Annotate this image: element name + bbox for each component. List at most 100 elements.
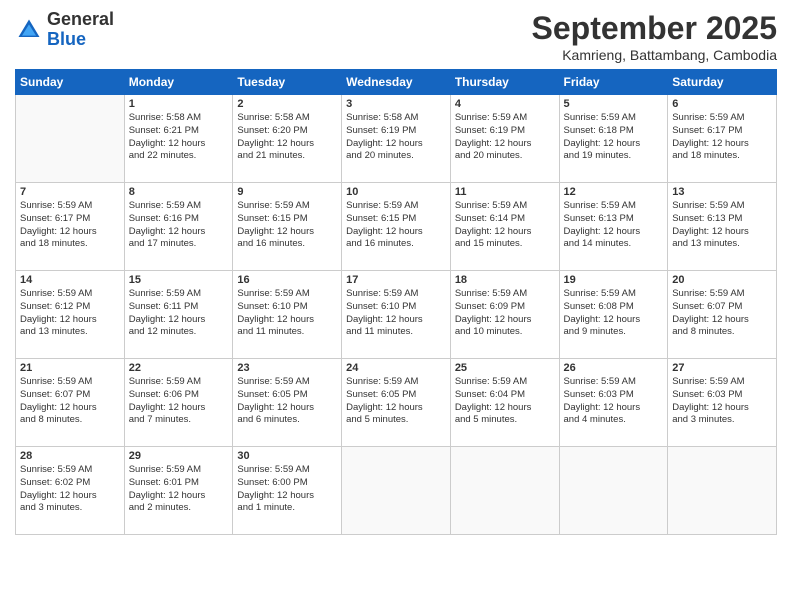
day-detail: Sunrise: 5:59 AM Sunset: 6:12 PM Dayligh… [20,288,120,339]
day-detail: Sunrise: 5:58 AM Sunset: 6:19 PM Dayligh… [346,112,446,163]
day-number: 15 [129,274,229,286]
day-detail: Sunrise: 5:59 AM Sunset: 6:07 PM Dayligh… [672,288,772,339]
day-cell: 6Sunrise: 5:59 AM Sunset: 6:17 PM Daylig… [668,95,777,183]
day-cell: 2 Sunrise: 5:58 AM Sunset: 6:20 PM Daylig… [233,95,342,183]
day-cell [668,447,777,535]
day-detail: Sunrise: 5:59 AM Sunset: 6:06 PM Dayligh… [129,376,229,427]
day-cell: 19 Sunrise: 5:59 AM Sunset: 6:08 PM Dayli… [559,271,668,359]
weekday-monday: Monday [124,70,233,95]
day-number: 7 [20,186,120,198]
day-detail: Sunrise: 5:59 AM Sunset: 6:01 PM Dayligh… [129,464,229,515]
day-detail: Sunrise: 5:59 AM Sunset: 6:10 PM Dayligh… [346,288,446,339]
day-number: 23 [237,362,337,374]
day-detail: Sunrise: 5:59 AM Sunset: 6:15 PM Dayligh… [237,200,337,251]
day-cell: 23 Sunrise: 5:59 AM Sunset: 6:05 PM Dayli… [233,359,342,447]
day-number: 29 [129,450,229,462]
day-detail: Sunrise: 5:59 AM Sunset: 6:02 PM Dayligh… [20,464,120,515]
logo-icon [15,16,43,44]
day-cell: 20 Sunrise: 5:59 AM Sunset: 6:07 PM Dayli… [668,271,777,359]
day-cell: 26Sunrise: 5:59 AM Sunset: 6:03 PM Dayli… [559,359,668,447]
day-number: 27 [672,362,772,374]
day-cell: 11Sunrise: 5:59 AM Sunset: 6:14 PM Dayli… [450,183,559,271]
day-number: 14 [20,274,120,286]
day-number: 25 [455,362,555,374]
day-detail: Sunrise: 5:59 AM Sunset: 6:07 PM Dayligh… [20,376,120,427]
day-number: 21 [20,362,120,374]
day-detail: Sunrise: 5:59 AM Sunset: 6:09 PM Dayligh… [455,288,555,339]
day-number: 13 [672,186,772,198]
day-cell [450,447,559,535]
day-number: 19 [564,274,664,286]
day-detail: Sunrise: 5:59 AM Sunset: 6:00 PM Dayligh… [237,464,337,515]
day-cell [16,95,125,183]
day-detail: Sunrise: 5:59 AM Sunset: 6:14 PM Dayligh… [455,200,555,251]
day-number: 22 [129,362,229,374]
day-detail: Sunrise: 5:59 AM Sunset: 6:11 PM Dayligh… [129,288,229,339]
day-cell: 14 Sunrise: 5:59 AM Sunset: 6:12 PM Dayli… [16,271,125,359]
day-cell: 5Sunrise: 5:59 AM Sunset: 6:18 PM Daylig… [559,95,668,183]
day-cell: 8Sunrise: 5:59 AM Sunset: 6:16 PM Daylig… [124,183,233,271]
day-detail: Sunrise: 5:58 AM Sunset: 6:21 PM Dayligh… [129,112,229,163]
day-detail: Sunrise: 5:59 AM Sunset: 6:05 PM Dayligh… [237,376,337,427]
logo: General Blue [15,10,114,50]
header: General Blue September 2025 Kamrieng, Ba… [15,10,777,63]
day-cell [559,447,668,535]
day-cell: 7Sunrise: 5:59 AM Sunset: 6:17 PM Daylig… [16,183,125,271]
day-detail: Sunrise: 5:59 AM Sunset: 6:04 PM Dayligh… [455,376,555,427]
day-cell: 9 Sunrise: 5:59 AM Sunset: 6:15 PM Daylig… [233,183,342,271]
week-row-3: 14 Sunrise: 5:59 AM Sunset: 6:12 PM Dayli… [16,271,777,359]
weekday-wednesday: Wednesday [342,70,451,95]
day-number: 26 [564,362,664,374]
week-row-4: 21 Sunrise: 5:59 AM Sunset: 6:07 PM Dayli… [16,359,777,447]
title-block: September 2025 Kamrieng, Battambang, Cam… [532,10,777,63]
calendar-table: SundayMondayTuesdayWednesdayThursdayFrid… [15,69,777,535]
weekday-thursday: Thursday [450,70,559,95]
day-cell [342,447,451,535]
day-cell: 12 Sunrise: 5:59 AM Sunset: 6:13 PM Dayli… [559,183,668,271]
day-detail: Sunrise: 5:59 AM Sunset: 6:05 PM Dayligh… [346,376,446,427]
day-number: 24 [346,362,446,374]
day-cell: 27 Sunrise: 5:59 AM Sunset: 6:03 PM Dayli… [668,359,777,447]
day-number: 17 [346,274,446,286]
day-cell: 3 Sunrise: 5:58 AM Sunset: 6:19 PM Daylig… [342,95,451,183]
day-detail: Sunrise: 5:59 AM Sunset: 6:10 PM Dayligh… [237,288,337,339]
day-cell: 22 Sunrise: 5:59 AM Sunset: 6:06 PM Dayli… [124,359,233,447]
day-number: 16 [237,274,337,286]
day-detail: Sunrise: 5:59 AM Sunset: 6:08 PM Dayligh… [564,288,664,339]
weekday-saturday: Saturday [668,70,777,95]
day-number: 9 [237,186,337,198]
day-detail: Sunrise: 5:59 AM Sunset: 6:13 PM Dayligh… [564,200,664,251]
location: Kamrieng, Battambang, Cambodia [532,47,777,63]
day-cell: 24 Sunrise: 5:59 AM Sunset: 6:05 PM Dayli… [342,359,451,447]
day-cell: 17 Sunrise: 5:59 AM Sunset: 6:10 PM Dayli… [342,271,451,359]
day-cell: 25 Sunrise: 5:59 AM Sunset: 6:04 PM Dayli… [450,359,559,447]
week-row-2: 7Sunrise: 5:59 AM Sunset: 6:17 PM Daylig… [16,183,777,271]
day-number: 2 [237,98,337,110]
day-number: 28 [20,450,120,462]
day-cell: 28 Sunrise: 5:59 AM Sunset: 6:02 PM Dayli… [16,447,125,535]
day-number: 10 [346,186,446,198]
day-detail: Sunrise: 5:58 AM Sunset: 6:20 PM Dayligh… [237,112,337,163]
day-number: 30 [237,450,337,462]
day-detail: Sunrise: 5:59 AM Sunset: 6:03 PM Dayligh… [672,376,772,427]
day-cell: 16 Sunrise: 5:59 AM Sunset: 6:10 PM Dayli… [233,271,342,359]
weekday-tuesday: Tuesday [233,70,342,95]
day-detail: Sunrise: 5:59 AM Sunset: 6:18 PM Dayligh… [564,112,664,163]
month-title: September 2025 [532,10,777,47]
day-cell: 10 Sunrise: 5:59 AM Sunset: 6:15 PM Dayli… [342,183,451,271]
weekday-friday: Friday [559,70,668,95]
day-detail: Sunrise: 5:59 AM Sunset: 6:13 PM Dayligh… [672,200,772,251]
logo-text: General Blue [47,10,114,50]
day-detail: Sunrise: 5:59 AM Sunset: 6:19 PM Dayligh… [455,112,555,163]
logo-blue: Blue [47,30,114,50]
day-cell: 4 Sunrise: 5:59 AM Sunset: 6:19 PM Daylig… [450,95,559,183]
day-detail: Sunrise: 5:59 AM Sunset: 6:15 PM Dayligh… [346,200,446,251]
week-row-1: 1Sunrise: 5:58 AM Sunset: 6:21 PM Daylig… [16,95,777,183]
day-cell: 15 Sunrise: 5:59 AM Sunset: 6:11 PM Dayli… [124,271,233,359]
day-detail: Sunrise: 5:59 AM Sunset: 6:17 PM Dayligh… [672,112,772,163]
day-number: 20 [672,274,772,286]
day-number: 3 [346,98,446,110]
day-number: 12 [564,186,664,198]
day-number: 4 [455,98,555,110]
week-row-5: 28 Sunrise: 5:59 AM Sunset: 6:02 PM Dayli… [16,447,777,535]
